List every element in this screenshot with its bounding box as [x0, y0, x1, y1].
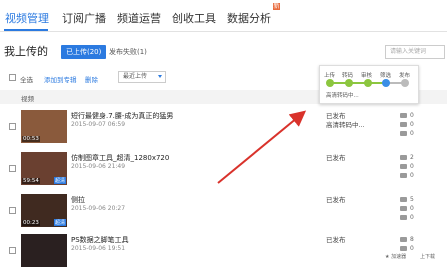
- step-dot: [326, 79, 334, 87]
- step-label: 转码: [342, 73, 354, 79]
- progress-line-done: [329, 82, 384, 84]
- step-dot: [364, 79, 372, 87]
- footer-left: ★ 加速器: [385, 254, 407, 260]
- annotation-arrow: [217, 110, 307, 184]
- step-dot: [401, 79, 409, 87]
- step-label: 筛选: [380, 73, 392, 79]
- step-dot-current: [382, 79, 390, 87]
- footer-right: 上下载: [420, 254, 436, 260]
- step-label: 上传: [324, 73, 336, 79]
- step-label: 审核: [361, 73, 373, 79]
- step-dot: [345, 79, 353, 87]
- arrow-line: [217, 110, 307, 184]
- progress-popup: 上传 转码 审核 筛选 发布 高清转码中...: [319, 65, 419, 104]
- footer: ★ 加速器 上下载: [0, 253, 447, 261]
- popup-status-text: 高清转码中...: [326, 93, 359, 99]
- step-label: 发布: [399, 73, 411, 79]
